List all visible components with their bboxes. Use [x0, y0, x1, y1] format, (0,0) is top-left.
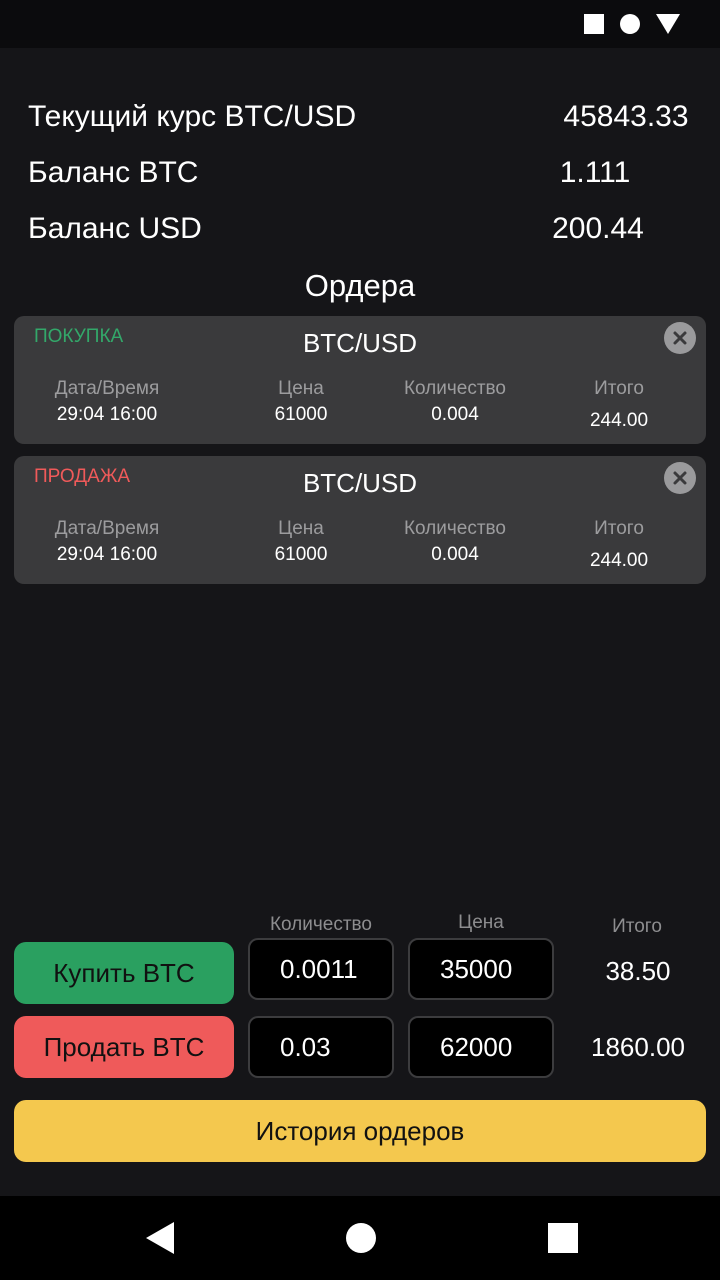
trade-qty-header: Количество — [269, 914, 373, 935]
order-card-sell[interactable]: ПРОДАЖА BTC/USD Дата/Время 29:04 16:00 Ц… — [14, 456, 706, 584]
buy-btc-button[interactable]: Купить BTC — [14, 942, 234, 1004]
datetime-value: 29:04 16:00 — [56, 544, 158, 565]
btc-balance-value: 1.111 — [559, 156, 631, 189]
close-icon[interactable] — [664, 322, 696, 354]
qty-value: 0.004 — [431, 544, 479, 565]
square-status-icon — [584, 14, 604, 34]
order-qty: Количество 0.004 — [380, 518, 530, 566]
price-value: 61000 — [274, 404, 328, 425]
order-history-button[interactable]: История ордеров — [14, 1100, 706, 1162]
order-total: Итого 244.00 — [544, 518, 694, 572]
total-header: Итого — [594, 518, 644, 539]
trade-price-header: Цена — [458, 912, 504, 933]
back-icon[interactable] — [146, 1222, 174, 1254]
sell-price-input[interactable]: 62000 — [408, 1016, 554, 1078]
circle-status-icon — [620, 14, 640, 34]
btc-balance-label: Баланс BTC — [28, 156, 199, 189]
usd-balance-value: 200.44 — [552, 212, 644, 245]
order-qty: Количество 0.004 — [380, 378, 530, 426]
order-price: Цена 61000 — [226, 378, 376, 426]
recents-icon[interactable] — [548, 1223, 578, 1253]
total-value: 244.00 — [589, 550, 649, 571]
home-icon[interactable] — [346, 1223, 376, 1253]
close-icon[interactable] — [664, 462, 696, 494]
datetime-value: 29:04 16:00 — [56, 404, 158, 425]
signal-triangle-icon — [656, 14, 680, 34]
orders-title: Ордера — [304, 268, 416, 303]
total-header: Итого — [594, 378, 644, 399]
datetime-header: Дата/Время — [54, 518, 160, 539]
buy-qty-input[interactable]: 0.0011 — [248, 938, 394, 1000]
status-icons — [584, 14, 680, 34]
datetime-header: Дата/Время — [54, 378, 160, 399]
order-datetime: Дата/Время 29:04 16:00 — [32, 518, 182, 566]
qty-header: Количество — [403, 518, 507, 539]
order-card-buy[interactable]: ПОКУПКА BTC/USD Дата/Время 29:04 16:00 Ц… — [14, 316, 706, 444]
total-value: 244.00 — [589, 410, 649, 431]
price-header: Цена — [278, 378, 324, 399]
rate-label: Текущий курс BTC/USD — [28, 100, 357, 133]
order-pair: BTC/USD — [302, 468, 418, 498]
rate-value: 45843.33 — [563, 100, 689, 133]
order-pair: BTC/USD — [302, 328, 418, 358]
rate-row: Текущий курс BTC/USD 45843.33 — [28, 100, 692, 140]
btc-balance-row: Баланс BTC 1.111 — [28, 156, 692, 196]
usd-balance-label: Баланс USD — [28, 212, 202, 245]
sell-qty-input[interactable]: 0.03 — [248, 1016, 394, 1078]
status-bar — [0, 0, 720, 48]
qty-header: Количество — [403, 378, 507, 399]
order-price: Цена 61000 — [226, 518, 376, 566]
buy-total: 38.50 — [605, 956, 671, 986]
qty-value: 0.004 — [431, 404, 479, 425]
sell-total: 1860.00 — [591, 1032, 685, 1062]
sell-btc-button[interactable]: Продать BTC — [14, 1016, 234, 1078]
price-header: Цена — [278, 518, 324, 539]
usd-balance-row: Баланс USD 200.44 — [28, 212, 692, 252]
navigation-bar — [0, 1196, 720, 1280]
order-datetime: Дата/Время 29:04 16:00 — [32, 378, 182, 426]
trade-total-header: Итого — [612, 916, 662, 937]
price-value: 61000 — [274, 544, 328, 565]
buy-price-input[interactable]: 35000 — [408, 938, 554, 1000]
order-total: Итого 244.00 — [544, 378, 694, 432]
